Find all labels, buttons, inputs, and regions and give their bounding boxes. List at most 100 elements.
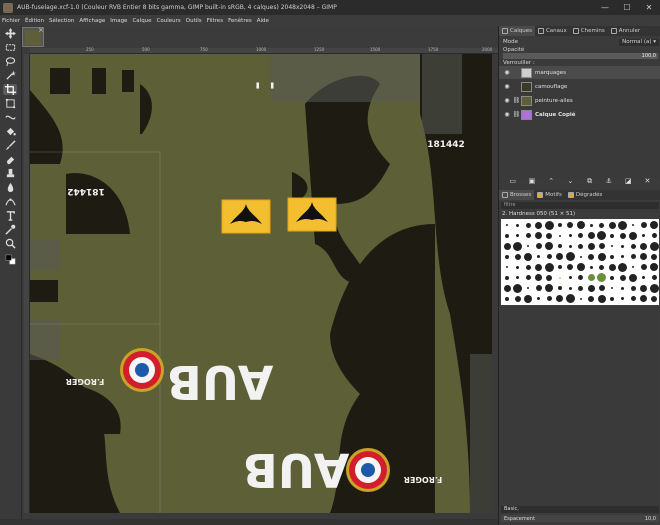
brush-cell[interactable] (513, 294, 523, 304)
brush-cell[interactable] (544, 273, 554, 283)
brush-cell[interactable] (555, 262, 565, 272)
brush-cell[interactable] (628, 273, 638, 283)
brush-cell[interactable] (523, 241, 533, 251)
tab-calques[interactable]: Calques (499, 26, 535, 36)
brush-cell[interactable] (639, 283, 649, 293)
brush-cell[interactable] (607, 241, 617, 251)
brush-cell[interactable] (555, 294, 565, 304)
menu-image[interactable]: Image (110, 18, 127, 24)
brush-cell[interactable] (586, 220, 596, 230)
brush-cell[interactable] (544, 231, 554, 241)
brush-cell[interactable] (534, 252, 544, 262)
brush-cell[interactable] (523, 294, 533, 304)
brush-cell[interactable] (576, 294, 586, 304)
brush-cell[interactable] (628, 283, 638, 293)
brush-cell[interactable] (555, 220, 565, 230)
brush-cell[interactable] (565, 262, 575, 272)
menu-couleurs[interactable]: Couleurs (157, 18, 181, 24)
visibility-eye-icon[interactable]: ◉ (502, 111, 512, 118)
paintbrush-tool-icon[interactable] (3, 140, 17, 151)
brush-cell[interactable] (628, 294, 638, 304)
brush-cell[interactable] (586, 283, 596, 293)
brush-cell[interactable] (513, 241, 523, 251)
brush-cell[interactable] (597, 283, 607, 293)
new-layer-group-icon[interactable]: ▣ (528, 177, 536, 185)
brush-cell[interactable] (649, 294, 659, 304)
brush-cell[interactable] (555, 283, 565, 293)
menu-edition[interactable]: Édition (25, 18, 44, 24)
brush-cell[interactable] (534, 220, 544, 230)
brush-cell[interactable] (513, 220, 523, 230)
move-tool-icon[interactable] (3, 28, 17, 39)
visibility-eye-icon[interactable]: ◉ (502, 97, 512, 104)
brush-cell[interactable] (576, 241, 586, 251)
brush-cell[interactable] (628, 252, 638, 262)
tab-degrades[interactable]: Dégradés (565, 190, 605, 200)
brush-cell[interactable] (597, 252, 607, 262)
brush-cell[interactable] (639, 241, 649, 251)
brush-cell[interactable] (502, 294, 512, 304)
brush-cell[interactable] (565, 294, 575, 304)
brush-cell[interactable] (534, 283, 544, 293)
brush-cell[interactable] (523, 252, 533, 262)
brush-cell[interactable] (618, 294, 628, 304)
brush-cell[interactable] (607, 252, 617, 262)
brush-cell[interactable] (576, 283, 586, 293)
brush-cell[interactable] (502, 220, 512, 230)
minimize-button[interactable]: — (594, 0, 616, 15)
visibility-eye-icon[interactable]: ◉ (502, 83, 512, 90)
brush-cell[interactable] (513, 252, 523, 262)
brush-cell[interactable] (555, 273, 565, 283)
brush-cell[interactable] (565, 241, 575, 251)
brush-cell[interactable] (607, 273, 617, 283)
menu-fenetres[interactable]: Fenêtres (228, 18, 252, 24)
brush-cell[interactable] (597, 241, 607, 251)
brush-cell[interactable] (576, 262, 586, 272)
fg-bg-colors-icon[interactable] (3, 254, 17, 265)
brush-cell[interactable] (502, 262, 512, 272)
brush-cell[interactable] (565, 220, 575, 230)
warp-tool-icon[interactable] (3, 112, 17, 123)
menu-affichage[interactable]: Affichage (79, 18, 105, 24)
fuzzy-select-tool-icon[interactable] (3, 70, 17, 81)
image-tab-thumbnail[interactable]: × (22, 26, 44, 47)
brush-cell[interactable] (639, 252, 649, 262)
layer-row-marquages[interactable]: ◉ marquages (499, 66, 660, 79)
brush-cell[interactable] (597, 294, 607, 304)
delete-layer-icon[interactable]: ✕ (643, 177, 651, 185)
brush-cell[interactable] (565, 283, 575, 293)
brush-cell[interactable] (618, 220, 628, 230)
brush-cell[interactable] (586, 231, 596, 241)
brush-cell[interactable] (607, 294, 617, 304)
brush-cell[interactable] (639, 220, 649, 230)
brush-cell[interactable] (534, 262, 544, 272)
menu-fichier[interactable]: Fichier (2, 18, 20, 24)
brush-cell[interactable] (544, 294, 554, 304)
brush-cell[interactable] (649, 262, 659, 272)
brush-cell[interactable] (649, 231, 659, 241)
maximize-button[interactable]: ☐ (616, 0, 638, 15)
brush-cell[interactable] (597, 273, 607, 283)
brush-cell[interactable] (628, 220, 638, 230)
brush-cell[interactable] (513, 231, 523, 241)
brush-filter-input[interactable]: filtre (501, 202, 659, 209)
duplicate-layer-icon[interactable]: ⧉ (586, 177, 594, 185)
brush-cell[interactable] (534, 241, 544, 251)
brush-cell[interactable] (502, 241, 512, 251)
brush-cell[interactable] (555, 252, 565, 262)
brush-cell[interactable] (628, 241, 638, 251)
brush-cell[interactable] (639, 262, 649, 272)
close-button[interactable]: ✕ (638, 0, 660, 15)
menu-aide[interactable]: Aide (257, 18, 269, 24)
brush-cell[interactable] (618, 241, 628, 251)
tab-motifs[interactable]: Motifs (534, 190, 565, 200)
menu-outils[interactable]: Outils (186, 18, 202, 24)
brush-cell[interactable] (607, 262, 617, 272)
crop-tool-icon[interactable] (3, 84, 17, 95)
brush-cell[interactable] (576, 220, 586, 230)
smudge-tool-icon[interactable] (3, 182, 17, 193)
brush-cell[interactable] (544, 241, 554, 251)
bucket-fill-tool-icon[interactable] (3, 126, 17, 137)
brush-cell[interactable] (502, 273, 512, 283)
brush-cell[interactable] (649, 283, 659, 293)
